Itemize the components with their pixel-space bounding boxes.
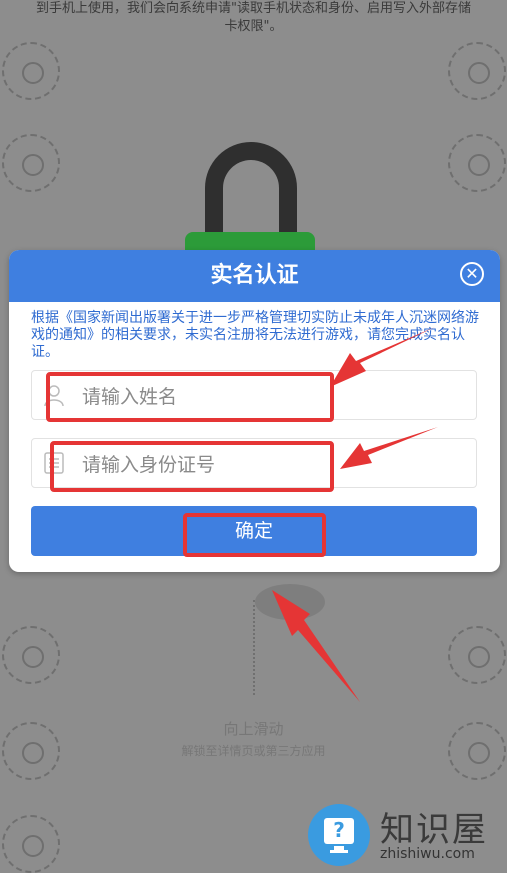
bulb-gear-icon	[448, 42, 506, 100]
arrow-to-id-icon	[340, 427, 438, 469]
bulb-gear-icon	[448, 626, 506, 684]
name-highlight-box	[46, 372, 334, 422]
dialog-header: 实名认证 ✕	[9, 250, 500, 302]
confirm-highlight-box	[183, 513, 326, 557]
bulb-gear-icon	[2, 626, 60, 684]
bulb-gear-icon	[448, 134, 506, 192]
question-monitor-icon: ?	[308, 804, 370, 866]
bulb-gear-icon	[2, 134, 60, 192]
watermark-subtitle: zhishiwu.com	[380, 846, 475, 862]
close-icon[interactable]: ✕	[460, 262, 484, 286]
arrow-to-confirm-icon	[272, 590, 360, 702]
dialog-title: 实名认证	[210, 263, 299, 288]
swipe-label: 向上滑动	[223, 720, 284, 738]
watermark-title: 知识屋	[380, 810, 488, 850]
arrow-to-name-icon	[330, 327, 435, 387]
background-permission-text: 到手机上使用，我们会向系统申请"读取手机状态和身份、启用写入外部存储 卡权限"。	[36, 1, 471, 34]
swipe-sublabel: 解锁至详情页或第三方应用	[181, 744, 326, 758]
id-highlight-box	[50, 441, 334, 492]
swipe-track	[253, 600, 257, 695]
site-watermark: ? 知识屋 zhishiwu.com	[308, 802, 507, 869]
bulb-gear-icon	[2, 42, 60, 100]
bulb-gear-icon	[2, 815, 60, 873]
